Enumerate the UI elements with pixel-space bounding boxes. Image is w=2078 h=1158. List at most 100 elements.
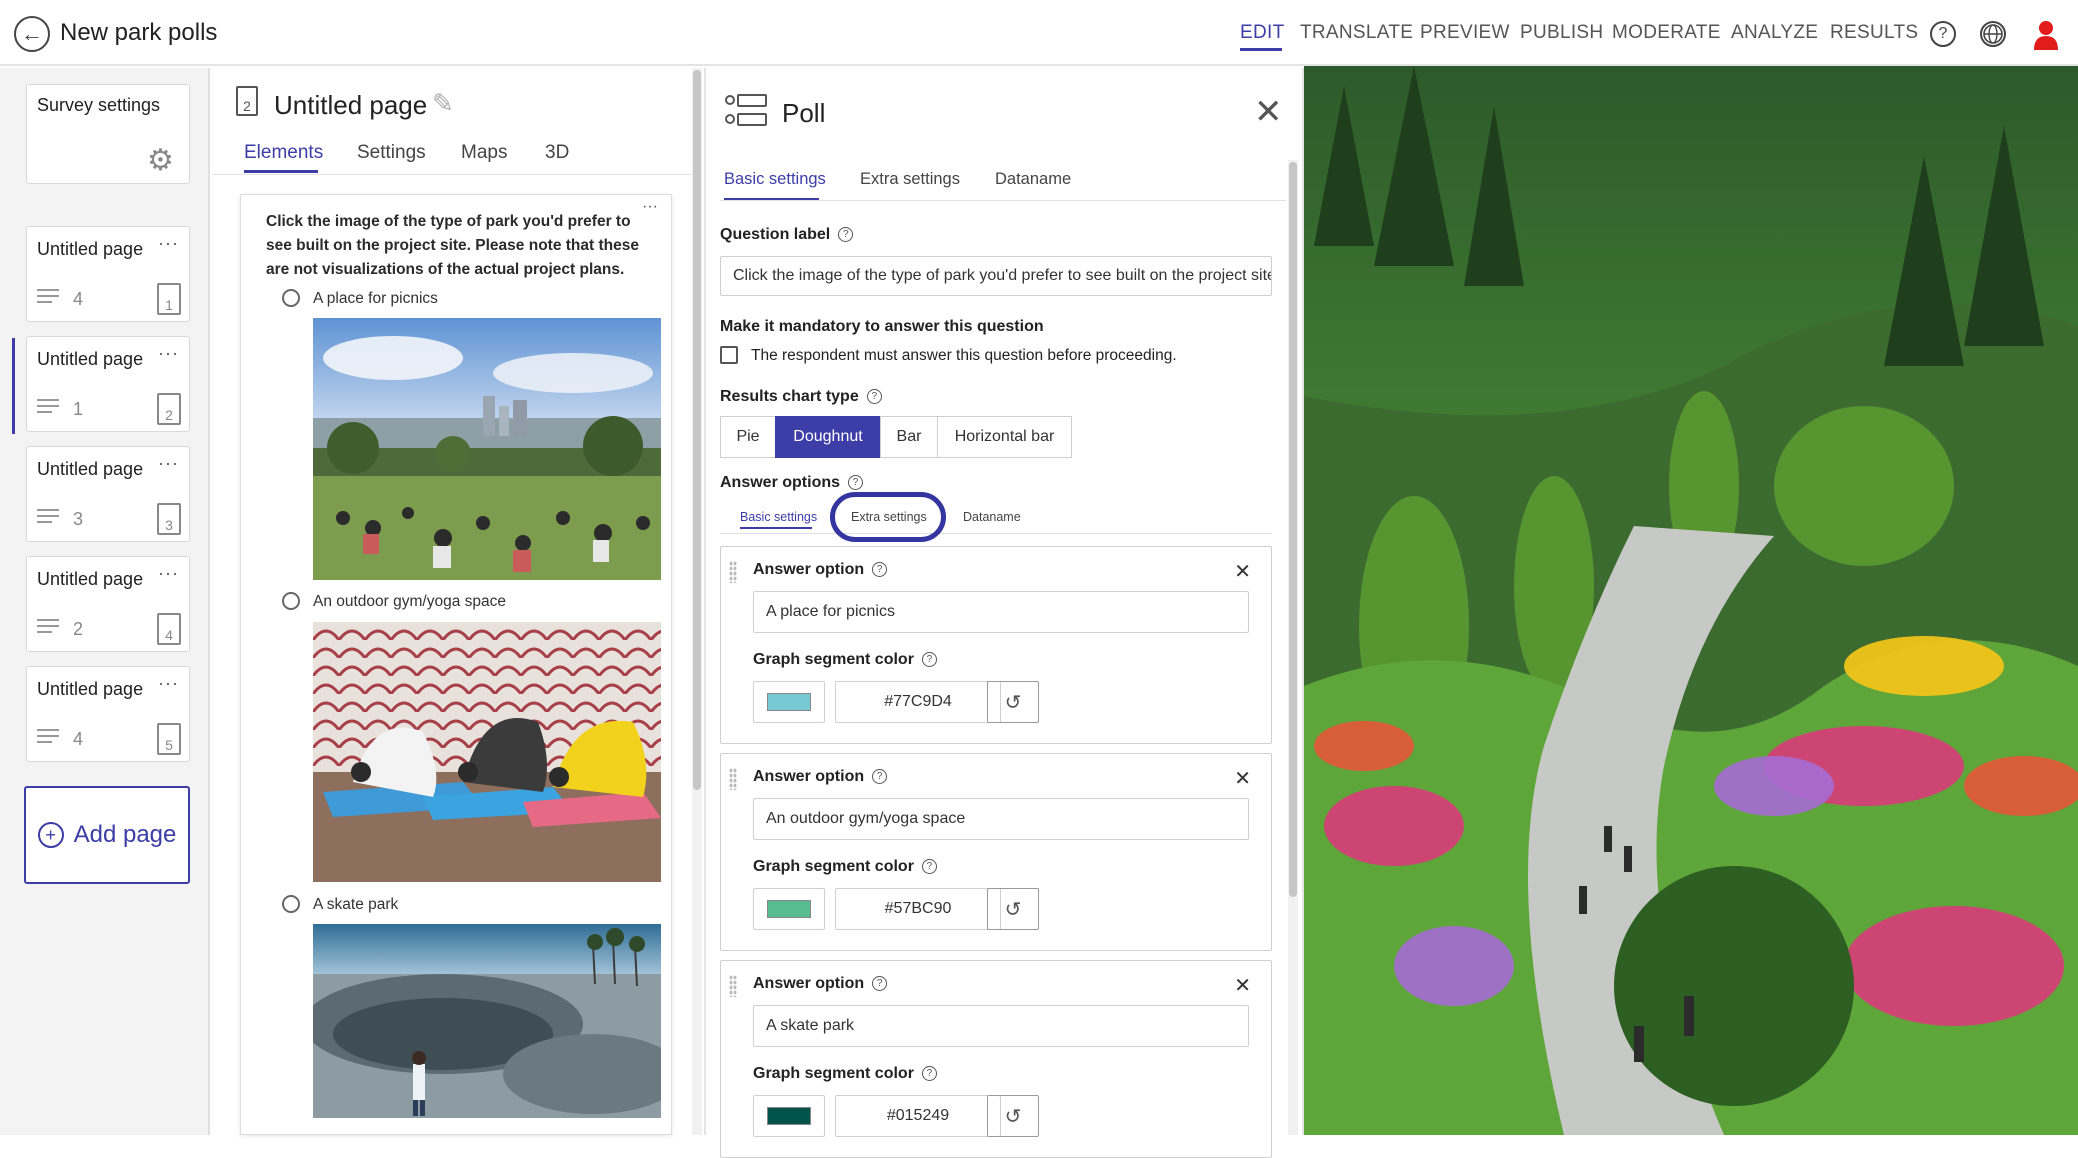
help-icon[interactable]: ? (848, 475, 864, 491)
add-page-button[interactable]: + Add page (24, 786, 190, 884)
close-icon[interactable]: ✕ (1254, 92, 1283, 132)
nav-edit[interactable]: EDIT (1240, 22, 1284, 44)
divider (720, 533, 1272, 534)
question-label-input[interactable]: Click the image of the type of park you'… (720, 256, 1272, 296)
user-account-icon[interactable] (2032, 20, 2060, 50)
hex-color-input[interactable]: #015249 (835, 1095, 1001, 1137)
nav-analyze[interactable]: ANALYZE (1731, 22, 1818, 44)
page-card-5[interactable]: Untitled page ··· 4 5 (26, 666, 190, 762)
drag-handle-icon[interactable] (729, 561, 737, 583)
question-label-title: Question label (720, 226, 831, 243)
help-icon[interactable]: ? (921, 1066, 937, 1082)
reset-color-icon[interactable]: ↺ (987, 888, 1039, 930)
page-element-count: 4 (73, 289, 84, 309)
answer-option-heading: Answer option? (753, 561, 888, 579)
color-picker-button[interactable] (753, 888, 825, 930)
back-arrow-icon[interactable]: ← (14, 16, 50, 52)
chart-type-pie[interactable]: Pie (720, 416, 776, 458)
pencil-icon[interactable]: ✎ (432, 88, 454, 119)
radio-button[interactable] (282, 895, 300, 913)
tab-settings[interactable]: Settings (357, 142, 426, 164)
hex-color-input[interactable]: #57BC90 (835, 888, 1001, 930)
mandatory-checkbox[interactable] (720, 346, 738, 364)
page-card-title: Untitled page (37, 679, 144, 699)
chart-type-horizontal-bar[interactable]: Horizontal bar (937, 416, 1072, 458)
more-options-icon[interactable]: ··· (158, 343, 179, 364)
nav-translate[interactable]: TRANSLATE (1300, 22, 1413, 44)
answer-tab-basic-settings[interactable]: Basic settings (740, 510, 817, 524)
more-options-icon[interactable]: ··· (158, 563, 179, 584)
tab-3d[interactable]: 3D (545, 142, 569, 164)
segment-color-title: Graph segment color (753, 858, 914, 875)
nav-preview[interactable]: PREVIEW (1420, 22, 1510, 44)
answer-option-heading: Answer option? (753, 975, 888, 993)
page-card-2[interactable]: Untitled page ··· 1 2 (26, 336, 190, 432)
help-icon[interactable]: ? (921, 652, 937, 668)
page-card-4[interactable]: Untitled page ··· 2 4 (26, 556, 190, 652)
page-element-count: 1 (73, 399, 84, 419)
drag-handle-icon[interactable] (729, 975, 737, 997)
divider (720, 200, 1286, 201)
segment-color-title: Graph segment color (753, 651, 914, 668)
skate-park-photo[interactable] (313, 924, 661, 1118)
hex-color-input[interactable]: #77C9D4 (835, 681, 1001, 723)
panel-scrollbar-thumb[interactable] (1289, 162, 1297, 897)
option-label: A skate park (313, 896, 399, 913)
radio-button[interactable] (282, 289, 300, 307)
selected-page-indicator (12, 338, 15, 434)
drag-handle-icon[interactable] (729, 768, 737, 790)
tab-elements[interactable]: Elements (244, 142, 323, 164)
page-number-icon: 3 (157, 503, 181, 535)
editor-tab-underline (244, 170, 318, 173)
page-element-count: 4 (73, 729, 84, 749)
answer-option-title: Answer option (753, 975, 865, 992)
remove-option-icon[interactable]: ✕ (1234, 973, 1251, 998)
answer-option-input[interactable]: A skate park (753, 1005, 1249, 1047)
picnic-park-photo[interactable] (313, 318, 661, 580)
page-number-icon: 1 (157, 283, 181, 315)
reset-color-icon[interactable]: ↺ (987, 1095, 1039, 1137)
remove-option-icon[interactable]: ✕ (1234, 766, 1251, 791)
gear-icon[interactable]: ⚙ (147, 143, 174, 178)
tab-basic-settings[interactable]: Basic settings (724, 170, 826, 189)
chart-type-bar[interactable]: Bar (880, 416, 938, 458)
more-options-icon[interactable]: ··· (158, 233, 179, 254)
more-options-icon[interactable]: ··· (158, 673, 179, 694)
answer-tab-underline (740, 527, 812, 529)
help-icon[interactable]: ? (872, 562, 888, 578)
tab-maps[interactable]: Maps (461, 142, 507, 164)
color-picker-button[interactable] (753, 1095, 825, 1137)
answer-option-input[interactable]: A place for picnics (753, 591, 1249, 633)
help-icon[interactable]: ? (872, 769, 888, 785)
page-card-title: Untitled page (37, 459, 144, 479)
remove-option-icon[interactable]: ✕ (1234, 559, 1251, 584)
answer-tab-dataname[interactable]: Dataname (963, 510, 1021, 524)
tab-extra-settings[interactable]: Extra settings (860, 170, 960, 189)
nav-results[interactable]: RESULTS (1830, 22, 1918, 44)
tab-dataname[interactable]: Dataname (995, 170, 1071, 189)
reset-color-icon[interactable]: ↺ (987, 681, 1039, 723)
survey-settings-card[interactable]: Survey settings ⚙ (26, 84, 190, 184)
help-icon[interactable]: ? (838, 227, 854, 243)
help-icon[interactable]: ? (1930, 21, 1956, 47)
nav-moderate[interactable]: MODERATE (1612, 22, 1721, 44)
radio-button[interactable] (282, 592, 300, 610)
yoga-space-photo[interactable] (313, 622, 661, 882)
help-icon[interactable]: ? (866, 389, 882, 405)
survey-settings-label: Survey settings (37, 95, 161, 115)
help-icon[interactable]: ? (872, 976, 888, 992)
garden-background-photo (1304, 66, 2078, 1135)
more-options-icon[interactable]: ··· (158, 453, 179, 474)
help-icon[interactable]: ? (921, 859, 937, 875)
chart-type-doughnut[interactable]: Doughnut (775, 416, 881, 458)
page-card-3[interactable]: Untitled page ··· 3 3 (26, 446, 190, 542)
option-label: An outdoor gym/yoga space (313, 593, 507, 610)
answer-option-input[interactable]: An outdoor gym/yoga space (753, 798, 1249, 840)
page-card-1[interactable]: Untitled page ··· 4 1 (26, 226, 190, 322)
nav-publish[interactable]: PUBLISH (1520, 22, 1603, 44)
color-picker-button[interactable] (753, 681, 825, 723)
nav-active-underline (1240, 48, 1282, 51)
globe-icon[interactable] (1980, 21, 2006, 47)
mandatory-checkbox-label: The respondent must answer this question… (751, 347, 1177, 364)
editor-scrollbar-thumb[interactable] (693, 70, 701, 790)
